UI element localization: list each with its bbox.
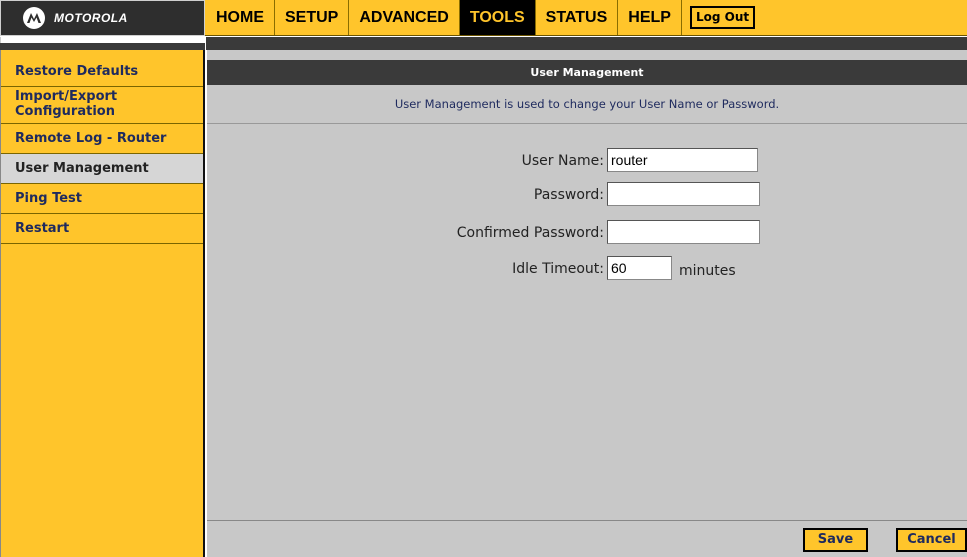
tab-tools[interactable]: TOOLS bbox=[459, 0, 536, 35]
username-label: User Name: bbox=[521, 153, 604, 169]
main-content: User Management User Management is used … bbox=[207, 50, 967, 557]
sidebar-item-import-export[interactable]: Import/Export Configuration bbox=[1, 87, 203, 124]
footer-divider bbox=[207, 520, 967, 521]
sidebar-item-ping-test[interactable]: Ping Test bbox=[1, 184, 203, 214]
logo-text: MOTOROLA bbox=[54, 11, 128, 25]
sidebar-item-restore-defaults[interactable]: Restore Defaults bbox=[1, 50, 203, 87]
tab-status[interactable]: STATUS bbox=[536, 0, 619, 35]
motorola-logo: MOTOROLA bbox=[0, 0, 205, 36]
username-input[interactable] bbox=[607, 148, 758, 172]
page-title: User Management bbox=[207, 60, 967, 85]
password-label: Password: bbox=[533, 187, 604, 203]
cancel-button[interactable]: Cancel bbox=[896, 528, 967, 552]
sidebar-item-remote-log[interactable]: Remote Log - Router bbox=[1, 124, 203, 154]
sidebar-item-restart[interactable]: Restart bbox=[1, 214, 203, 244]
content-divider-bar bbox=[206, 37, 967, 50]
sidebar-divider-bar bbox=[0, 43, 205, 50]
page-description: User Management is used to change your U… bbox=[207, 85, 967, 124]
tab-setup[interactable]: SETUP bbox=[275, 0, 350, 35]
logout-button[interactable]: Log Out bbox=[689, 6, 756, 29]
idle-timeout-unit: minutes bbox=[679, 263, 736, 279]
idle-timeout-input[interactable] bbox=[607, 256, 672, 280]
logout-container: Log Out bbox=[682, 0, 763, 35]
username-row: User Name: bbox=[207, 148, 967, 176]
password-input[interactable] bbox=[607, 182, 760, 206]
sidebar-item-user-management[interactable]: User Management bbox=[1, 154, 203, 184]
tab-advanced[interactable]: ADVANCED bbox=[349, 0, 460, 35]
password-row: Password: bbox=[207, 182, 967, 210]
idle-timeout-row: Idle Timeout: minutes bbox=[207, 256, 967, 284]
motorola-batwing-icon bbox=[23, 7, 45, 29]
tab-help[interactable]: HELP bbox=[618, 0, 682, 35]
main-nav-tabs: HOME SETUP ADVANCED TOOLS STATUS HELP Lo… bbox=[206, 0, 763, 35]
top-navigation-bar: MOTOROLA HOME SETUP ADVANCED TOOLS STATU… bbox=[0, 0, 967, 36]
confirm-password-label: Confirmed Password: bbox=[456, 225, 604, 241]
idle-timeout-label: Idle Timeout: bbox=[512, 261, 604, 277]
confirm-password-row: Confirmed Password: bbox=[207, 220, 967, 248]
sidebar: Restore Defaults Import/Export Configura… bbox=[0, 50, 205, 557]
confirm-password-input[interactable] bbox=[607, 220, 760, 244]
tab-home[interactable]: HOME bbox=[206, 0, 275, 35]
save-button[interactable]: Save bbox=[803, 528, 868, 552]
